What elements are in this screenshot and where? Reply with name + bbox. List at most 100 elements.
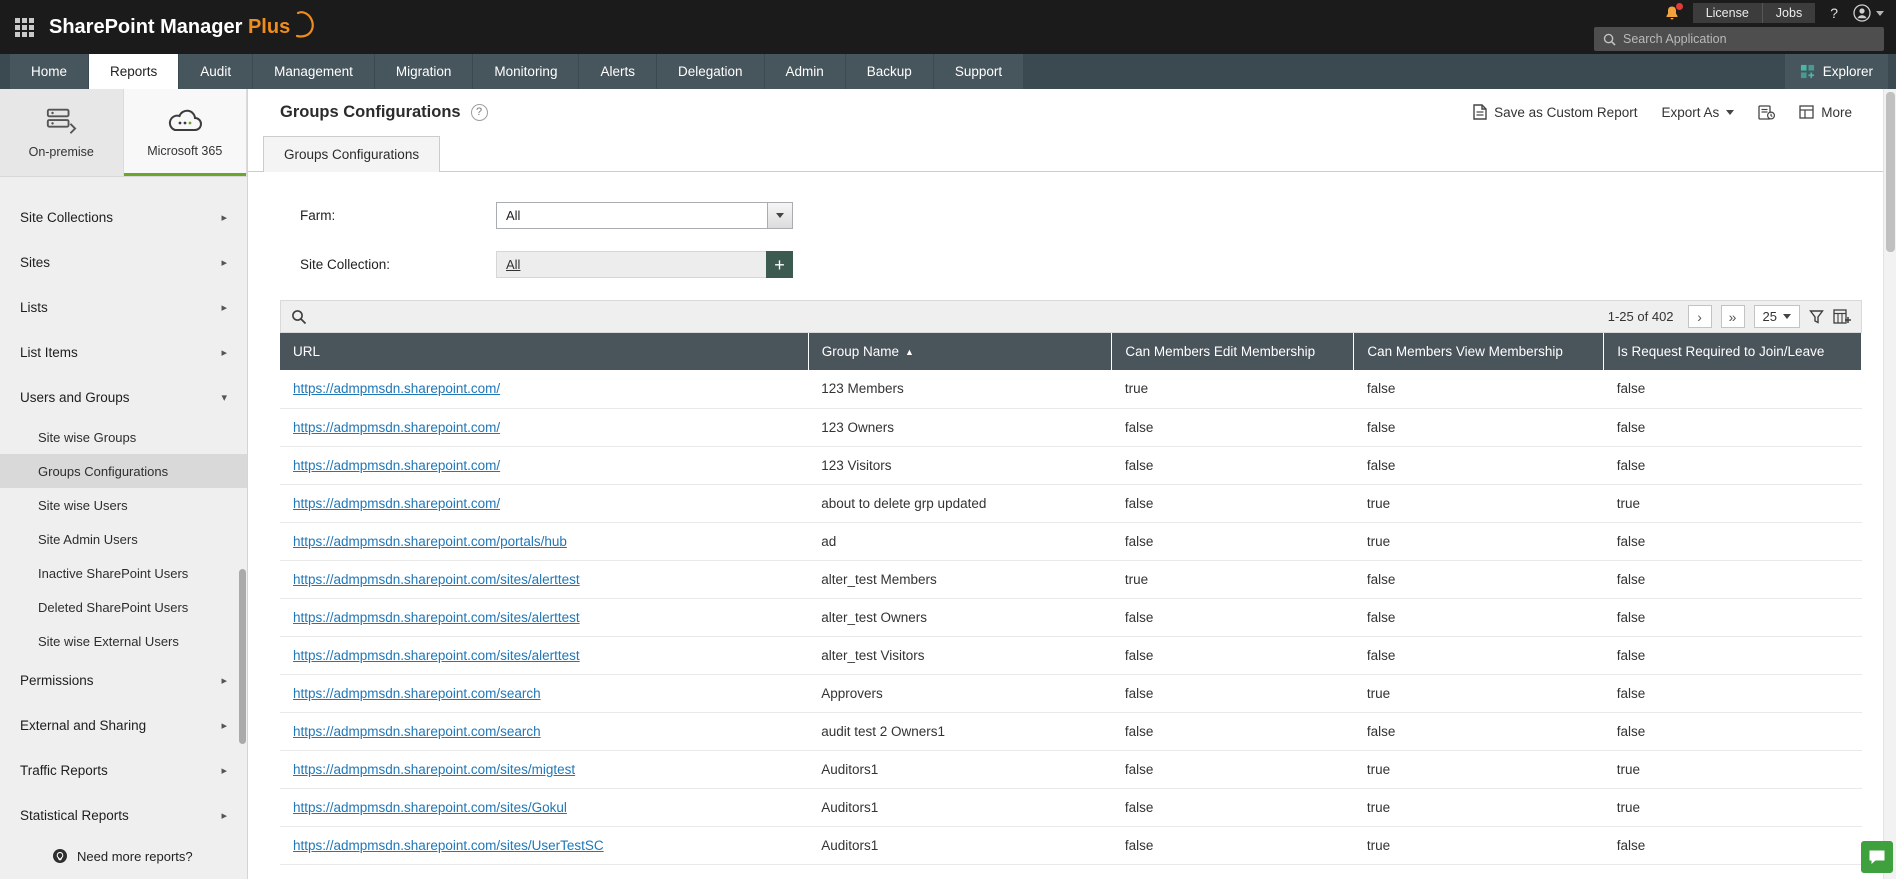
sidebar-item-traffic-reports[interactable]: Traffic Reports ▸ xyxy=(0,748,247,793)
topbar-right: License Jobs ? xyxy=(1594,3,1884,51)
export-as-button[interactable]: Export As xyxy=(1661,105,1735,120)
save-as-custom-report-button[interactable]: Save as Custom Report xyxy=(1473,104,1637,120)
nav-tab-delegation[interactable]: Delegation xyxy=(656,54,764,89)
column-header-group-name[interactable]: Group Name ▲ xyxy=(808,333,1113,370)
sidebar-item-deleted-sharepoint-users[interactable]: Deleted SharePoint Users xyxy=(0,590,247,624)
site-url-link[interactable]: https://admpmsdn.sharepoint.com/search xyxy=(293,724,541,739)
global-search[interactable] xyxy=(1594,27,1884,51)
farm-select[interactable]: All xyxy=(496,202,793,229)
nav-tab-support[interactable]: Support xyxy=(933,54,1024,89)
site-url-link[interactable]: https://admpmsdn.sharepoint.com/sites/Go… xyxy=(293,800,567,815)
nav-tab-reports[interactable]: Reports xyxy=(89,54,179,89)
value-cell: 123 Members xyxy=(808,370,1112,409)
app-launcher-icon[interactable] xyxy=(15,17,34,37)
nav-tab-alerts[interactable]: Alerts xyxy=(579,54,656,89)
value-cell: false xyxy=(1603,674,1862,713)
site-url-link[interactable]: https://admpmsdn.sharepoint.com/ xyxy=(293,420,500,435)
table-search-icon[interactable] xyxy=(291,309,307,325)
value-cell: false xyxy=(1603,636,1862,675)
site-url-link[interactable]: https://admpmsdn.sharepoint.com/sites/al… xyxy=(293,648,580,663)
sidebar-item-sites[interactable]: Sites ▸ xyxy=(0,240,247,285)
site-url-link[interactable]: https://admpmsdn.sharepoint.com/search xyxy=(293,686,541,701)
site-url-link[interactable]: https://admpmsdn.sharepoint.com/ xyxy=(293,458,500,473)
site-url-link[interactable]: https://admpmsdn.sharepoint.com/sites/Us… xyxy=(293,838,604,853)
jobs-link[interactable]: Jobs xyxy=(1761,3,1815,23)
sidebar-item-site-wise-groups[interactable]: Site wise Groups xyxy=(0,420,247,454)
page-title: Groups Configurations xyxy=(280,102,461,121)
explorer-button[interactable]: Explorer xyxy=(1784,54,1888,89)
sidebar-item-site-wise-external-users[interactable]: Site wise External Users xyxy=(0,624,247,658)
tab-groups-configurations[interactable]: Groups Configurations xyxy=(263,136,441,172)
table-row: https://admpmsdn.sharepoint.com/sites/al… xyxy=(280,560,1862,599)
source-tile-microsoft-365[interactable]: Microsoft 365 xyxy=(123,89,247,176)
nav-tab-home[interactable]: Home xyxy=(10,54,89,89)
site-url-link[interactable]: https://admpmsdn.sharepoint.com/portals/… xyxy=(293,534,567,549)
sidebar-item-lists[interactable]: Lists ▸ xyxy=(0,285,247,330)
sidebar-scrollbar-thumb[interactable] xyxy=(239,569,246,744)
sidebar-item-users-and-groups[interactable]: Users and Groups ▾ xyxy=(0,375,247,420)
farm-select-dropdown-button[interactable] xyxy=(767,203,792,228)
value-cell: false xyxy=(1603,712,1862,751)
user-account-button[interactable] xyxy=(1853,4,1884,22)
site-url-link[interactable]: https://admpmsdn.sharepoint.com/sites/al… xyxy=(293,610,580,625)
notifications-bell-icon[interactable] xyxy=(1664,3,1683,21)
value-cell: Auditors1 xyxy=(808,788,1112,827)
nav-tab-management[interactable]: Management xyxy=(253,54,374,89)
nav-tab-audit[interactable]: Audit xyxy=(179,54,253,89)
column-header-can-members-view-membership[interactable]: Can Members View Membership xyxy=(1353,333,1605,370)
value-cell: ad xyxy=(808,522,1112,561)
site-collection-field[interactable]: All + xyxy=(496,251,793,278)
value-cell: false xyxy=(1111,826,1354,865)
sidebar-item-statistical-reports[interactable]: Statistical Reports ▸ xyxy=(0,793,247,838)
sidebar-item-inactive-sharepoint-users[interactable]: Inactive SharePoint Users xyxy=(0,556,247,590)
global-search-input[interactable] xyxy=(1623,32,1875,46)
page-size-select[interactable]: 25 xyxy=(1753,305,1800,328)
more-icon xyxy=(1799,105,1814,119)
schedule-report-button[interactable] xyxy=(1758,104,1776,120)
page-scrollbar[interactable] xyxy=(1883,89,1896,879)
site-url-link[interactable]: https://admpmsdn.sharepoint.com/ xyxy=(293,381,500,396)
column-header-is-request-required-to-join-leave[interactable]: Is Request Required to Join/Leave xyxy=(1603,333,1862,370)
column-header-url[interactable]: URL xyxy=(280,333,809,370)
site-url-link[interactable]: https://admpmsdn.sharepoint.com/sites/al… xyxy=(293,572,580,587)
url-cell: https://admpmsdn.sharepoint.com/sites/al… xyxy=(280,636,809,675)
site-collection-add-button[interactable]: + xyxy=(766,251,793,278)
source-tile-on-premise[interactable]: On-premise xyxy=(0,89,124,176)
farm-filter-row: Farm: All xyxy=(300,202,1896,229)
sidebar-item-label: Traffic Reports xyxy=(20,763,108,778)
sidebar-item-external-and-sharing[interactable]: External and Sharing ▸ xyxy=(0,703,247,748)
need-more-reports-button[interactable]: Need more reports? xyxy=(0,833,247,879)
page-scrollbar-thumb[interactable] xyxy=(1886,92,1895,252)
sidebar-item-groups-configurations[interactable]: Groups Configurations xyxy=(0,454,247,488)
column-header-can-members-edit-membership[interactable]: Can Members Edit Membership xyxy=(1111,333,1355,370)
value-cell: true xyxy=(1603,484,1862,523)
last-page-button[interactable]: » xyxy=(1720,305,1745,328)
nav-tab-backup[interactable]: Backup xyxy=(845,54,933,89)
filter-icon[interactable] xyxy=(1809,309,1824,324)
sidebar-item-site-admin-users[interactable]: Site Admin Users xyxy=(0,522,247,556)
column-chooser-icon[interactable] xyxy=(1833,308,1851,325)
help-icon[interactable]: ? xyxy=(1828,5,1840,21)
value-cell: false xyxy=(1603,370,1862,409)
next-page-button[interactable]: › xyxy=(1687,305,1712,328)
column-header-label: Group Name xyxy=(821,344,900,359)
site-url-link[interactable]: https://admpmsdn.sharepoint.com/sites/mi… xyxy=(293,762,575,777)
value-cell: false xyxy=(1111,598,1354,637)
site-url-link[interactable]: https://admpmsdn.sharepoint.com/ xyxy=(293,496,500,511)
license-link[interactable]: License xyxy=(1693,3,1762,23)
url-cell: https://admpmsdn.sharepoint.com/sites/Go… xyxy=(280,788,809,827)
sidebar-item-permissions[interactable]: Permissions ▸ xyxy=(0,658,247,703)
chat-feedback-button[interactable] xyxy=(1861,841,1893,873)
sidebar-menu: Site Collections ▸ Sites ▸ Lists ▸ List Items ▸… xyxy=(0,177,247,838)
value-cell: audit test 2 Owners1 xyxy=(808,712,1112,751)
nav-tab-admin[interactable]: Admin xyxy=(764,54,845,89)
sidebar-item-site-collections[interactable]: Site Collections ▸ xyxy=(0,195,247,240)
nav-tab-migration[interactable]: Migration xyxy=(374,54,473,89)
sidebar-item-list-items[interactable]: List Items ▸ xyxy=(0,330,247,375)
value-cell: true xyxy=(1353,484,1604,523)
more-button[interactable]: More xyxy=(1799,105,1852,120)
sidebar-item-site-wise-users[interactable]: Site wise Users xyxy=(0,488,247,522)
page-help-icon[interactable]: ? xyxy=(470,103,488,121)
nav-tab-monitoring[interactable]: Monitoring xyxy=(473,54,579,89)
chevron-down-icon xyxy=(1783,314,1791,319)
